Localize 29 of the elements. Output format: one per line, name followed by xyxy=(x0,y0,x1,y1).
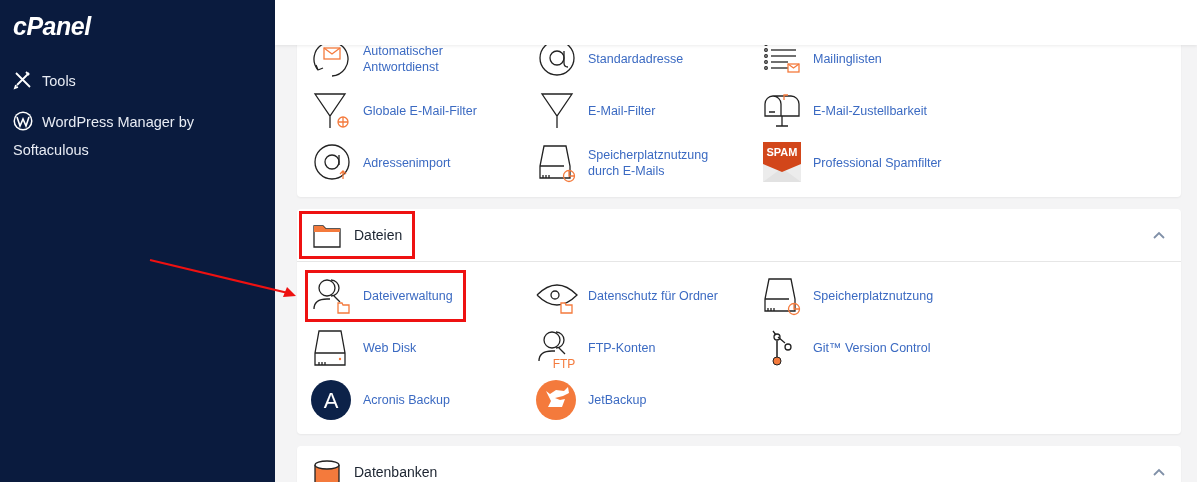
tool-link[interactable]: Web Disk xyxy=(305,322,430,374)
tool-link[interactable]: E-Mail-Zustellbarkeit xyxy=(755,85,940,137)
tool-link[interactable]: Automatischer Antwortdienst xyxy=(305,45,530,85)
tool-link[interactable]: E-Mail-Filter xyxy=(530,85,669,137)
tool-link[interactable]: JetBackup xyxy=(530,374,660,426)
sidebar-link[interactable]: WordPress Manager by Softaculous xyxy=(13,108,262,164)
tool-link[interactable]: Git™ Version Control xyxy=(755,322,944,374)
tool-link[interactable]: Standardadresse xyxy=(530,45,697,85)
cpanel-logo: cPanel xyxy=(13,12,91,41)
jetbackup-logo-icon xyxy=(535,379,579,421)
tool-link[interactable]: Datenschutz für Ordner xyxy=(530,270,731,322)
section-title[interactable]: Datenbanken xyxy=(299,448,451,482)
tool-link[interactable]: Mailinglisten xyxy=(755,45,895,85)
wordpress-logo-icon xyxy=(13,111,33,131)
tool-link[interactable]: Speicherplatznutzung durch E-Mails xyxy=(530,137,755,189)
chevron-up-icon[interactable] xyxy=(1153,231,1165,239)
sidebar-link[interactable]: Tools xyxy=(13,67,262,95)
tool-link[interactable]: Speicherplatznutzung xyxy=(755,270,947,322)
tool-link[interactable]: Globale E-Mail-Filter xyxy=(305,85,490,137)
tool-link[interactable]: FTP FTP-Konten xyxy=(530,322,669,374)
tool-link[interactable]: A Acronis Backup xyxy=(305,374,463,426)
tool-link[interactable]: Dateiverwaltung xyxy=(305,270,466,322)
tools-icon xyxy=(13,70,33,90)
tool-link[interactable]: Adressenimport xyxy=(305,137,464,189)
acronis-logo-icon: A xyxy=(310,379,354,421)
branch-icon xyxy=(771,329,793,367)
section-title[interactable]: Dateien xyxy=(299,211,416,259)
tool-link[interactable]: SPAM Professional Spamfilter xyxy=(755,137,955,189)
chevron-up-icon[interactable] xyxy=(1153,468,1165,476)
